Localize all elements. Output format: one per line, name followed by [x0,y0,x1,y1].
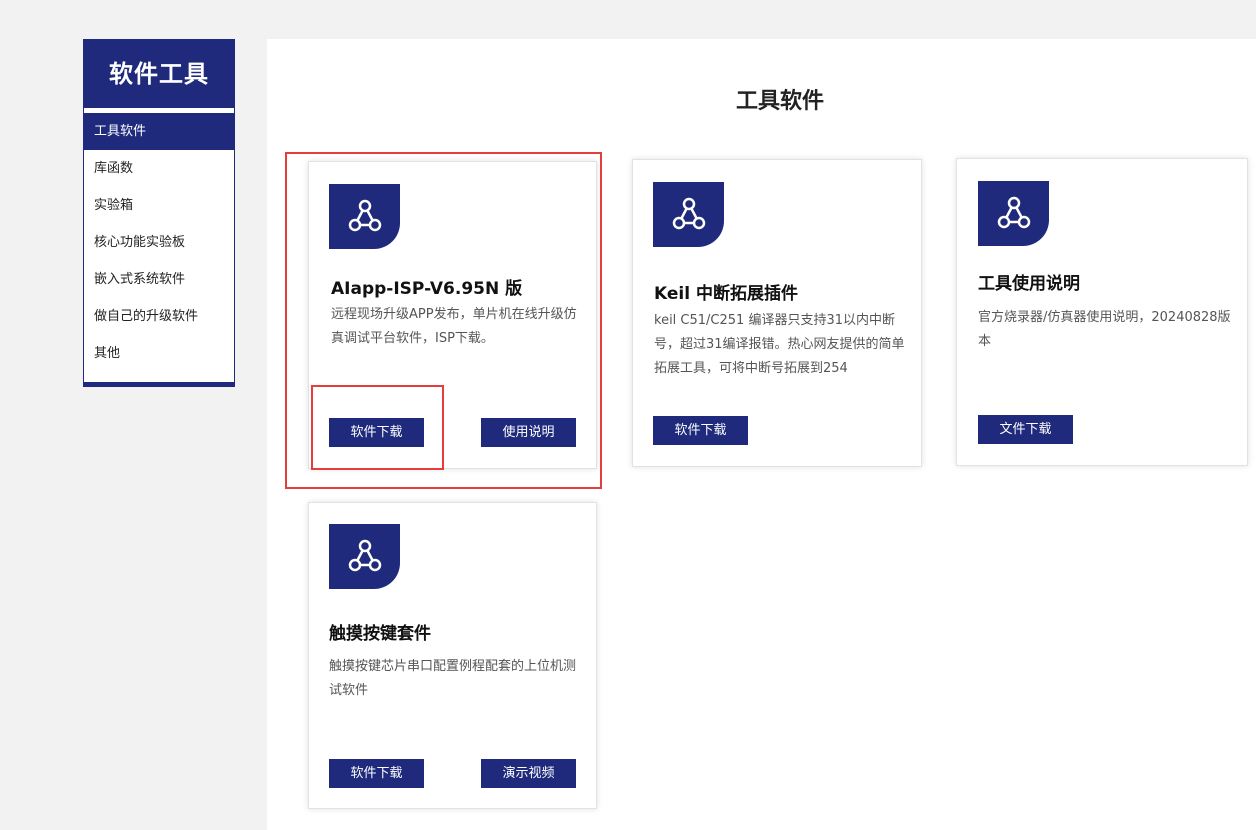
sidebar-item-tool-software[interactable]: 工具软件 [84,113,234,150]
demo-video-button[interactable]: 演示视频 [481,759,576,788]
card-keil-plugin: Keil 中断拓展插件 keil C51/C251 编译器只支持31以内中断号，… [632,159,922,467]
main-content: 工具软件 AIapp-ISP-V6.95N 版 远程现场升级APP发布，单片机在… [267,39,1256,830]
page-title: 工具软件 [735,89,824,114]
software-download-button[interactable]: 软件下载 [329,759,424,788]
software-download-button[interactable]: 软件下载 [329,418,424,447]
card-title: AIapp-ISP-V6.95N 版 [331,279,523,299]
card-title: 触摸按键套件 [329,624,431,644]
card-touch-key-kit: 触摸按键套件 触摸按键芯片串口配置例程配套的上位机测试软件 软件下载 演示视频 [308,502,597,809]
share-network-icon [978,181,1049,246]
card-title: 工具使用说明 [978,274,1080,294]
sidebar-item-library[interactable]: 库函数 [84,150,234,187]
card-tool-guide: 工具使用说明 官方烧录器/仿真器使用说明，20240828版本 文件下载 [956,158,1248,466]
card-description: 触摸按键芯片串口配置例程配套的上位机测试软件 [329,659,577,698]
card-description: keil C51/C251 编译器只支持31以内中断号，超过31编译报错。热心网… [654,313,905,376]
card-description: 官方烧录器/仿真器使用说明，20240828版本 [978,310,1231,349]
share-network-icon [329,524,400,589]
card-aiapp-isp: AIapp-ISP-V6.95N 版 远程现场升级APP发布，单片机在线升级仿真… [308,161,597,469]
sidebar-nav: 软件工具 工具软件 库函数 实验箱 核心功能实验板 嵌入式系统软件 做自己的升级… [83,39,235,387]
usage-guide-button[interactable]: 使用说明 [481,418,576,447]
sidebar-title: 软件工具 [84,40,234,108]
share-network-icon [653,182,724,247]
sidebar-item-other[interactable]: 其他 [84,335,234,372]
software-download-button[interactable]: 软件下载 [653,416,748,445]
share-network-icon [329,184,400,249]
card-description: 远程现场升级APP发布，单片机在线升级仿真调试平台软件，ISP下载。 [331,307,577,346]
sidebar-item-experiment-box[interactable]: 实验箱 [84,187,234,224]
file-download-button[interactable]: 文件下载 [978,415,1073,444]
sidebar-item-embedded-software[interactable]: 嵌入式系统软件 [84,261,234,298]
card-title: Keil 中断拓展插件 [654,284,798,304]
sidebar-bottom-bar [84,382,234,386]
sidebar-item-upgrade-software[interactable]: 做自己的升级软件 [84,298,234,335]
sidebar-item-core-board[interactable]: 核心功能实验板 [84,224,234,261]
